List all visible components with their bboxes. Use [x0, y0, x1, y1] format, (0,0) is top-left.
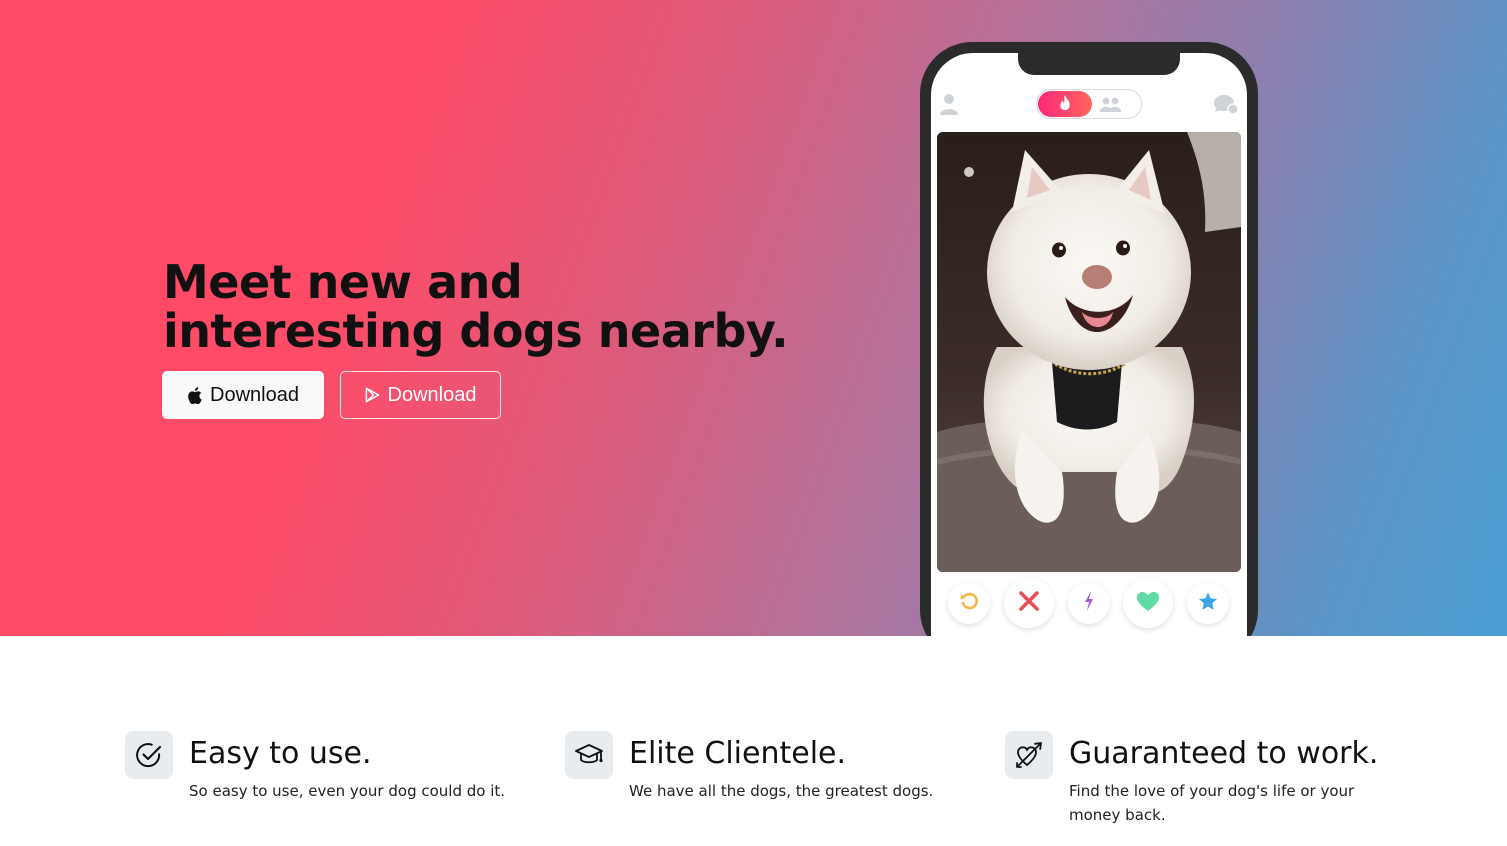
- profile-icon[interactable]: [939, 93, 959, 119]
- feature-title: Easy to use.: [189, 736, 372, 771]
- apple-download-label: Download: [210, 383, 299, 406]
- apple-icon: [187, 386, 202, 404]
- nope-button[interactable]: [1004, 578, 1054, 628]
- star-icon: [1198, 592, 1218, 615]
- super-like-button[interactable]: [1187, 582, 1229, 624]
- close-icon: [1018, 590, 1040, 616]
- dog-profile-photo[interactable]: [937, 132, 1241, 572]
- like-button[interactable]: [1123, 578, 1173, 628]
- phone-mockup: [920, 42, 1258, 636]
- google-play-download-label: Download: [387, 383, 477, 406]
- check-circle-icon: [125, 731, 173, 779]
- feature-title: Elite Clientele.: [629, 736, 847, 771]
- feature-title: Guaranteed to work.: [1069, 736, 1379, 771]
- toggle-active[interactable]: [1038, 91, 1092, 117]
- google-play-icon: [365, 387, 380, 403]
- phone-screen: [931, 53, 1247, 636]
- boost-icon: [1083, 591, 1095, 615]
- graduation-cap-icon: [565, 731, 613, 779]
- feature-text: So easy to use, even your dog could do i…: [189, 782, 506, 800]
- feature-text: Find the love of your dog's life or your…: [1069, 782, 1355, 824]
- boost-button[interactable]: [1068, 582, 1110, 624]
- flame-icon: [1058, 94, 1072, 115]
- hero-section: Meet new and interesting dogs nearby. Do…: [0, 0, 1507, 636]
- heart-icon: [1136, 591, 1160, 616]
- chat-icon[interactable]: [1213, 94, 1239, 120]
- feature-text: We have all the dogs, the greatest dogs.: [629, 782, 934, 800]
- apple-download-button[interactable]: Download: [162, 371, 324, 419]
- phone-notch: [1018, 53, 1180, 75]
- rewind-button[interactable]: [948, 582, 990, 624]
- heart-arrow-icon: [1005, 731, 1053, 779]
- mode-toggle[interactable]: [1036, 89, 1142, 119]
- hero-title: Meet new and interesting dogs nearby.: [163, 255, 789, 358]
- group-icon[interactable]: [1099, 95, 1123, 117]
- rewind-icon: [959, 591, 979, 615]
- google-play-download-button[interactable]: Download: [340, 371, 501, 419]
